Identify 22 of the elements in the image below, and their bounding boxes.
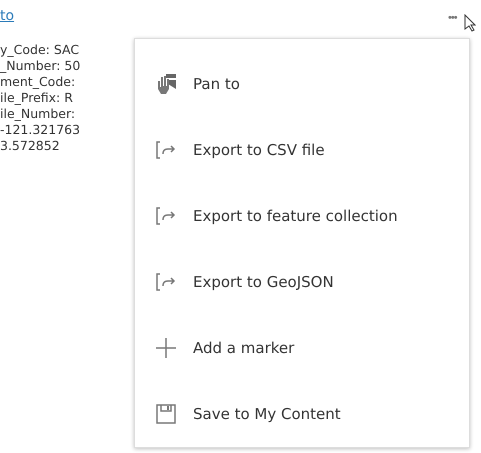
plus-icon <box>155 337 177 359</box>
attribute-text: ile_Number: <box>0 106 76 122</box>
menu-item[interactable]: Pan to <box>135 51 469 117</box>
menu-item[interactable]: Export to CSV file <box>135 117 469 183</box>
export-icon <box>155 139 177 161</box>
save-icon <box>155 403 177 425</box>
attribute-text: ile_Prefix: R <box>0 90 73 106</box>
hand-icon <box>155 73 177 95</box>
attribute-text: ment_Code: <box>0 74 76 90</box>
more-button[interactable]: ••• <box>446 10 459 26</box>
attribute-text: _Number: 50 <box>0 58 80 74</box>
menu-item[interactable]: Export to GeoJSON <box>135 249 469 315</box>
pan-to-link[interactable]: to <box>0 8 14 24</box>
export-icon <box>155 271 177 293</box>
cursor-icon <box>464 14 476 32</box>
attribute-text: -121.321763 <box>0 122 80 138</box>
export-icon <box>155 205 177 227</box>
menu-item[interactable]: Save to My Content <box>135 381 469 447</box>
menu-item[interactable]: Add a marker <box>135 315 469 381</box>
attribute-text: 3.572852 <box>0 138 60 154</box>
attribute-text: y_Code: SAC <box>0 42 80 58</box>
menu-item[interactable]: Export to feature collection <box>135 183 469 249</box>
